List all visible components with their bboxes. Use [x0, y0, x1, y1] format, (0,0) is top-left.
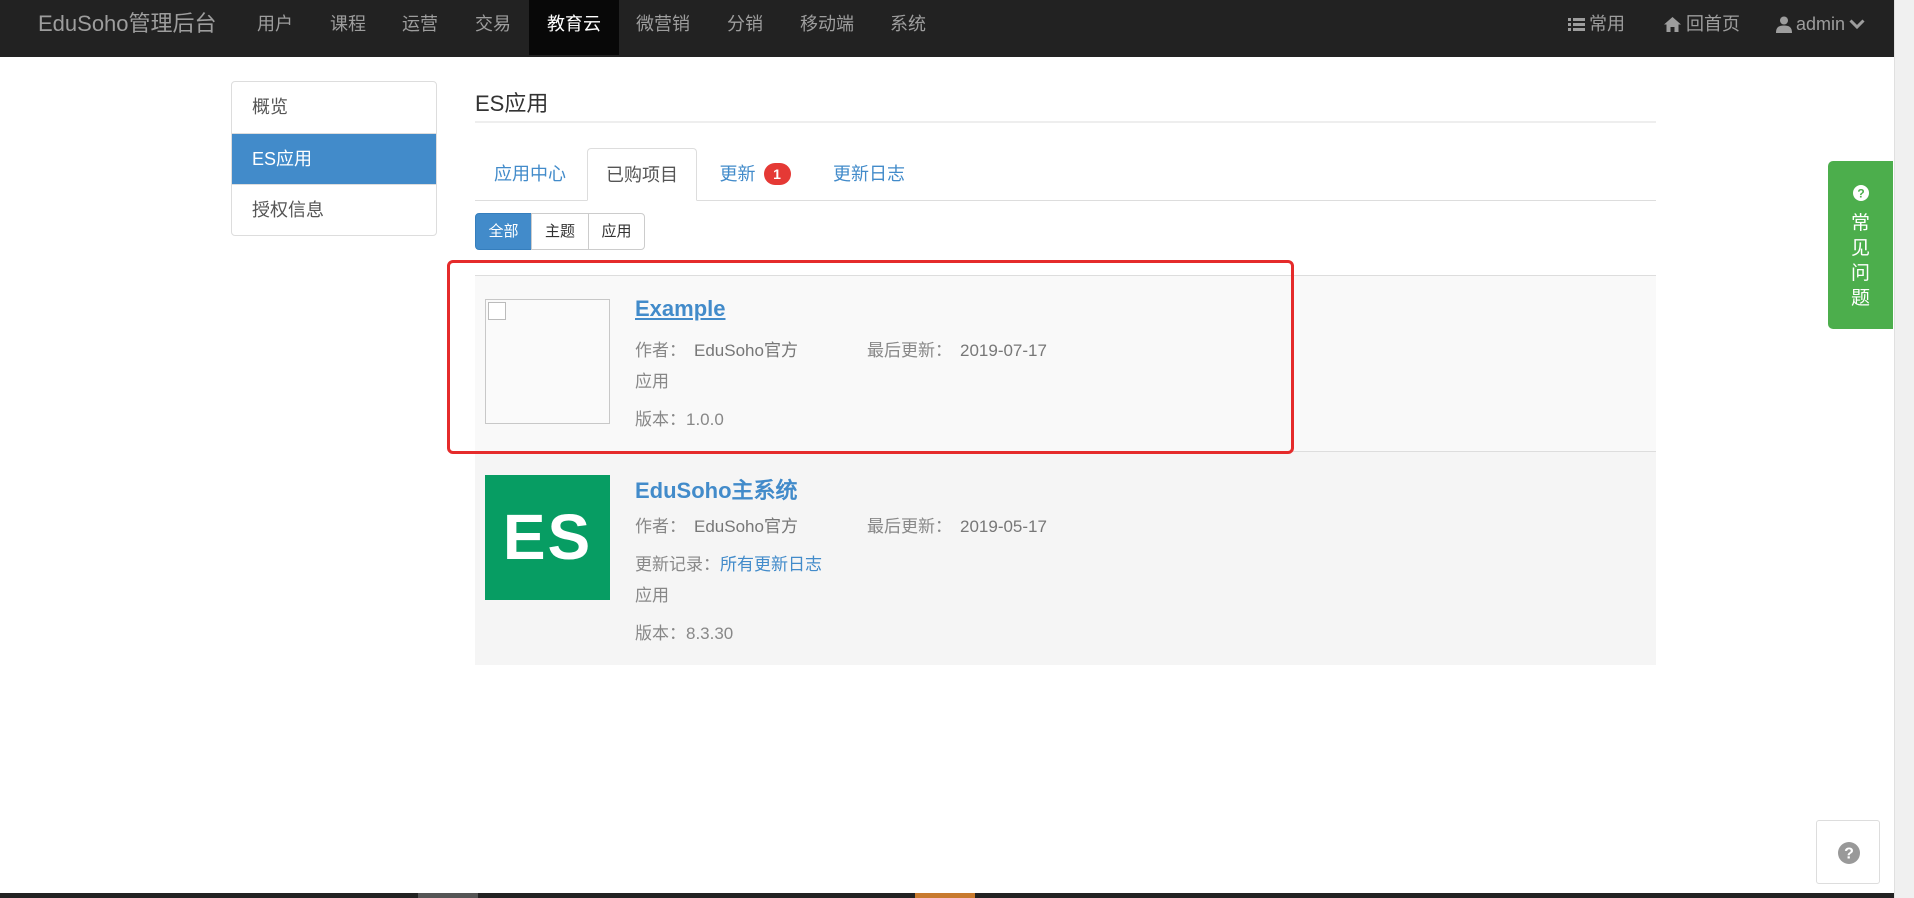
- nav-item-distribution[interactable]: 分销: [717, 0, 773, 55]
- app-author: 作者： EduSoho官方: [635, 517, 798, 536]
- filter-theme-button[interactable]: 主题: [531, 213, 589, 250]
- user-label: admin: [1796, 14, 1846, 34]
- top-navbar: EduSoho管理后台 用户 课程 运营 交易 教育云 微营销 分销 移动端 系…: [0, 0, 1894, 57]
- common-label: 常用: [1589, 14, 1625, 34]
- tab-app-center[interactable]: 应用中心: [475, 148, 585, 201]
- chevron-down-icon: [1849, 19, 1865, 30]
- taskbar-strip: [0, 893, 1894, 898]
- tab-update-log[interactable]: 更新日志: [814, 148, 924, 201]
- faq-char: 题: [1850, 288, 1870, 309]
- app-changelog: 更新记录：所有更新日志: [635, 555, 822, 574]
- nav-item-operations[interactable]: 运营: [392, 0, 448, 55]
- filter-all-button[interactable]: 全部: [475, 213, 532, 250]
- nav-item-courses[interactable]: 课程: [320, 0, 376, 55]
- tab-purchased[interactable]: 已购项目: [587, 148, 697, 201]
- tab-updates[interactable]: 更新 1: [700, 148, 810, 201]
- sidebar-item-es-apps[interactable]: ES应用: [232, 133, 436, 184]
- title-divider: [475, 121, 1656, 123]
- user-menu[interactable]: admin: [1776, 0, 1865, 48]
- sidebar-menu: 概览 ES应用 授权信息: [231, 81, 437, 236]
- sidebar-item-license[interactable]: 授权信息: [232, 184, 436, 235]
- app-type: 应用: [635, 586, 669, 605]
- app-logo-es: ES: [485, 475, 610, 600]
- highlight-annotation-box: [447, 260, 1294, 454]
- nav-item-edu-cloud[interactable]: 教育云: [529, 0, 619, 55]
- list-icon: [1568, 17, 1585, 31]
- svg-text:?: ?: [1844, 846, 1854, 863]
- nav-item-trade[interactable]: 交易: [465, 0, 521, 55]
- nav-item-mobile[interactable]: 移动端: [792, 0, 862, 55]
- filter-app-button[interactable]: 应用: [588, 213, 645, 250]
- nav-item-users[interactable]: 用户: [247, 0, 303, 55]
- update-count-badge: 1: [763, 163, 791, 185]
- faq-float-button[interactable]: ? 常 见 问 题: [1828, 161, 1893, 329]
- app-last-updated: 最后更新： 2019-05-17: [867, 517, 1047, 536]
- sidebar-item-overview[interactable]: 概览: [232, 82, 436, 133]
- home-label: 回首页: [1686, 14, 1740, 34]
- common-menu[interactable]: 常用: [1568, 0, 1625, 48]
- changelog-link[interactable]: 所有更新日志: [720, 555, 822, 574]
- vertical-scrollbar[interactable]: [1894, 0, 1914, 898]
- faq-char: 见: [1850, 238, 1870, 259]
- brand-title[interactable]: EduSoho管理后台: [38, 0, 217, 48]
- question-circle-icon: ?: [1838, 842, 1860, 864]
- user-icon: [1776, 16, 1792, 33]
- faq-char: 问: [1850, 263, 1870, 284]
- app-name-link[interactable]: EduSoho主系统: [635, 473, 798, 505]
- app-version: 版本：8.3.30: [635, 624, 734, 643]
- filter-button-group: 全部 主题 应用: [475, 213, 645, 250]
- help-button[interactable]: ?: [1816, 820, 1880, 884]
- svg-text:?: ?: [1857, 187, 1864, 201]
- nav-item-micro-marketing[interactable]: 微营销: [630, 0, 696, 55]
- page-title: ES应用: [475, 91, 549, 116]
- app-row-edusoho-main: ES EduSoho主系统 作者： EduSoho官方 最后更新： 2019-05-…: [475, 451, 1656, 665]
- nav-item-system[interactable]: 系统: [880, 0, 936, 55]
- faq-char: 常: [1850, 213, 1870, 234]
- home-icon: [1664, 16, 1681, 32]
- home-link[interactable]: 回首页: [1663, 0, 1740, 48]
- tab-updates-label: 更新: [719, 164, 756, 184]
- question-circle-icon: ?: [1852, 185, 1869, 201]
